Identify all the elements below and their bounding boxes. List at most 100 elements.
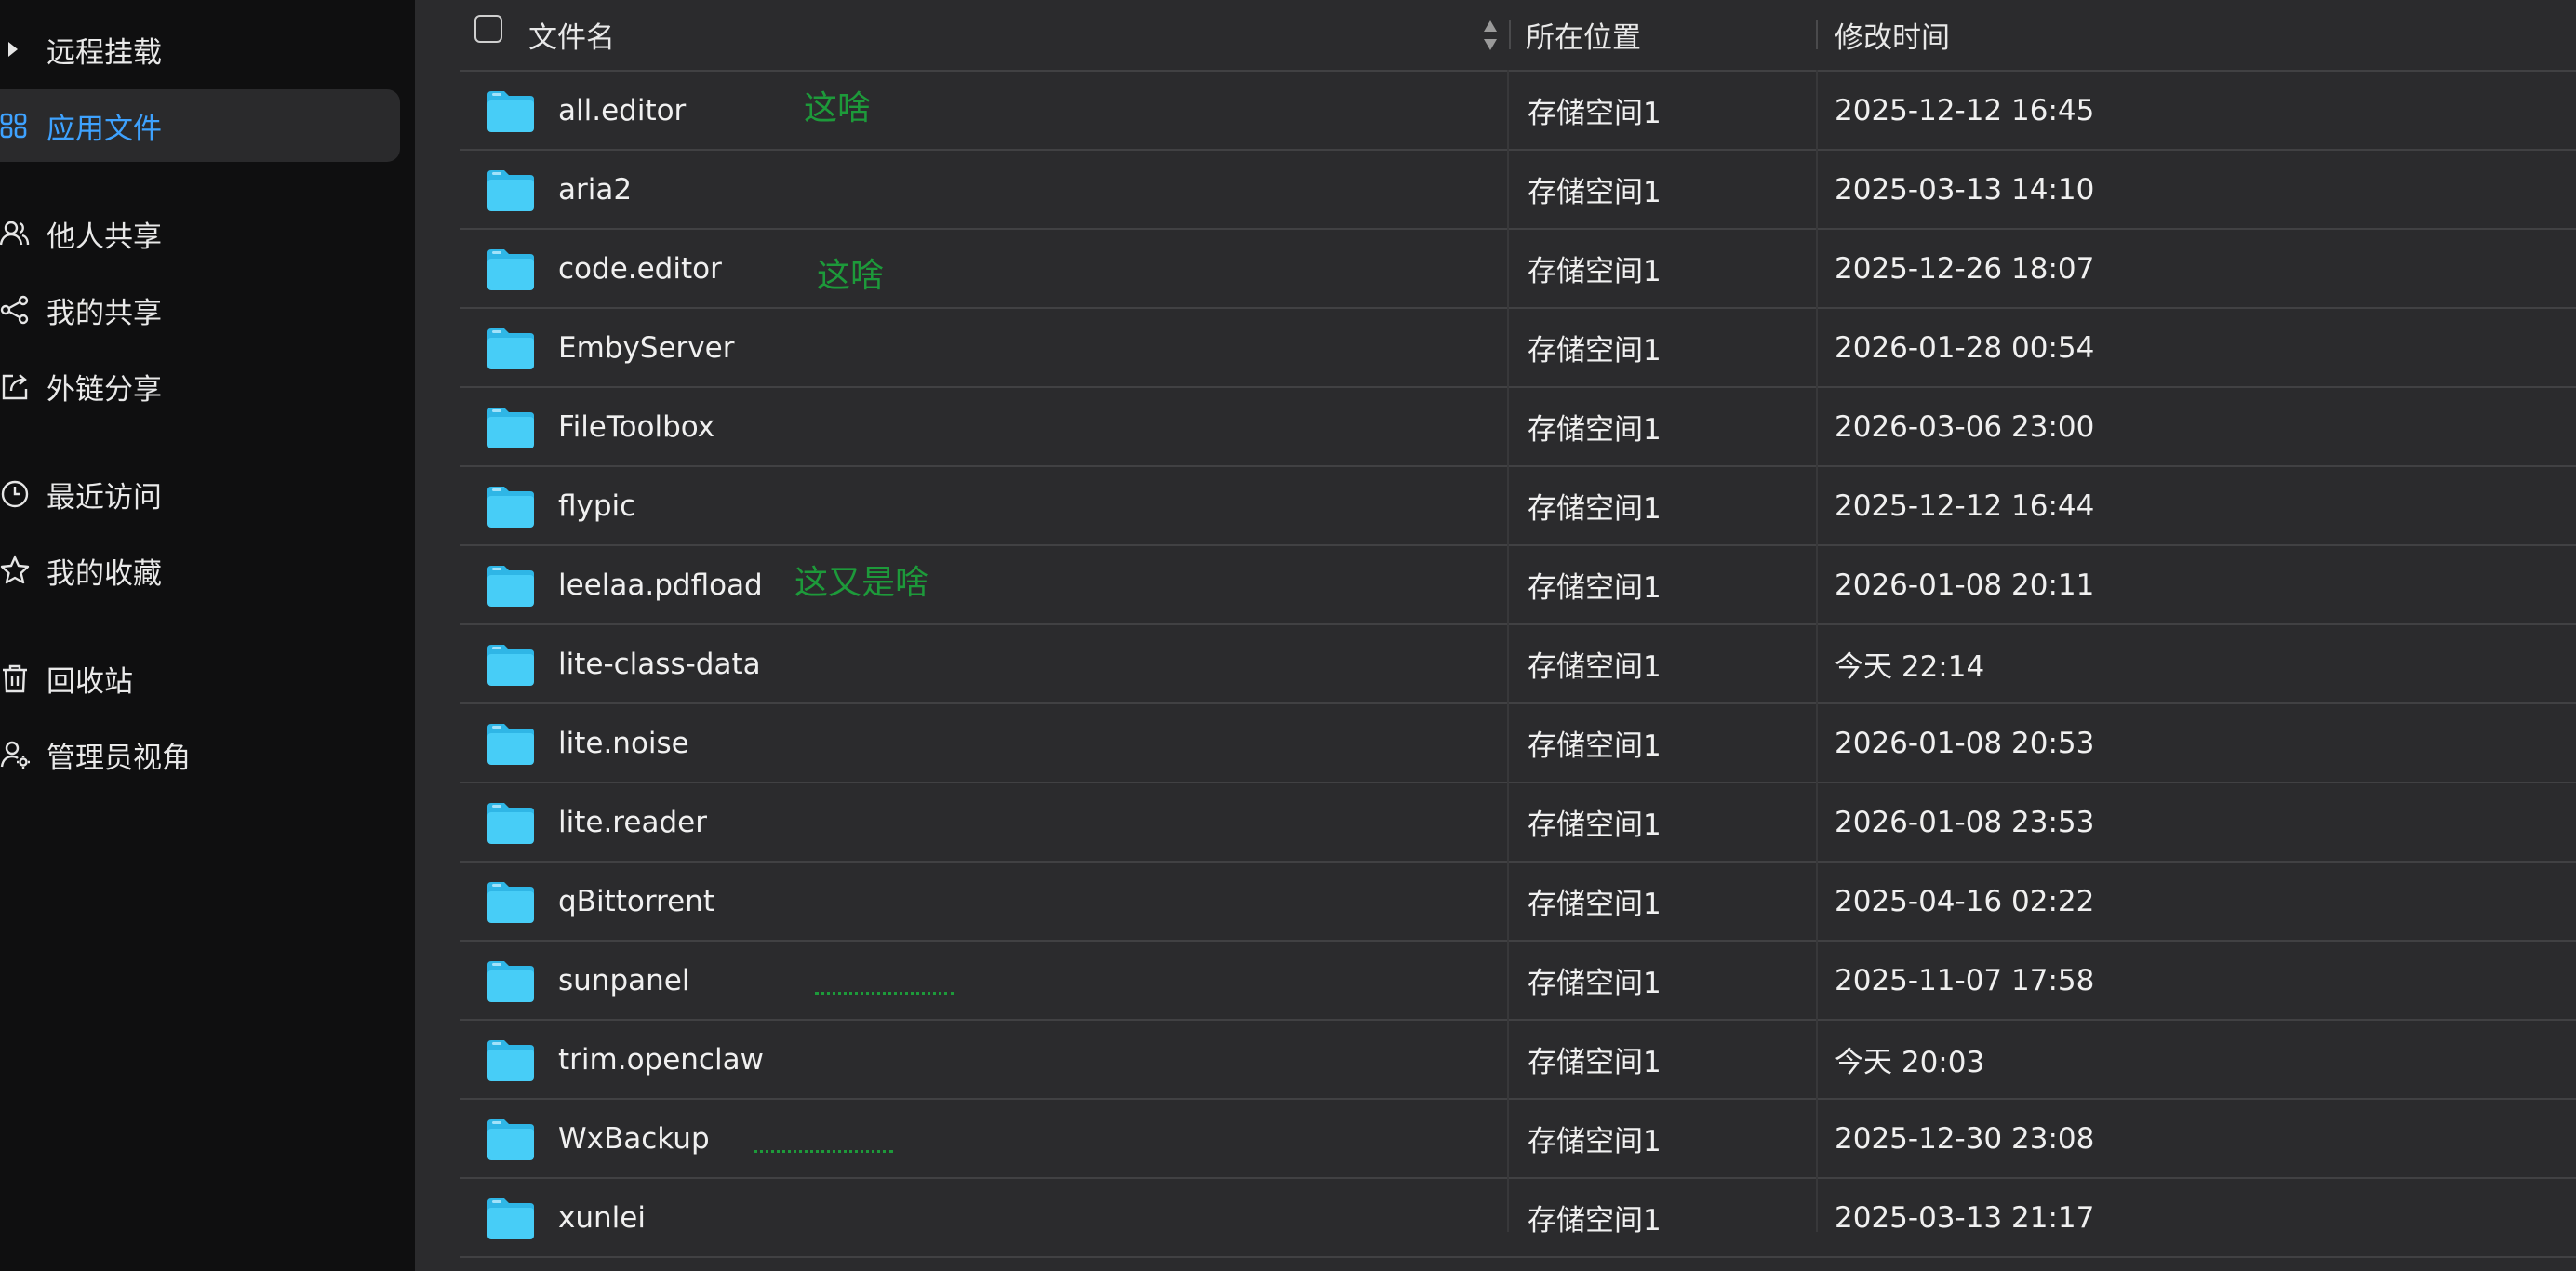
file-name[interactable]: FileToolbox [558, 388, 714, 465]
file-location: 存储空间1 [1528, 97, 1662, 130]
sidebar-item-label: 管理员视角 [47, 741, 191, 775]
column-divider-line [1507, 70, 1509, 1232]
table-row[interactable]: lite-class-data 存储空间1 今天 22:14 [460, 625, 2576, 704]
sidebar-item-my-shares[interactable]: 我的共享 [0, 274, 400, 346]
file-modified-time: 2026-03-06 23:00 [1835, 409, 2095, 444]
file-modified-time: 2026-01-08 20:11 [1835, 568, 2095, 602]
table-row[interactable]: sunpanel 存储空间1 2025-11-07 17:58 [460, 942, 2576, 1021]
table-row[interactable]: qBittorrent 存储空间1 2025-04-16 02:22 [460, 863, 2576, 942]
sidebar-item-label: 他人共享 [47, 220, 162, 254]
apps-grid-icon [0, 110, 47, 141]
file-modified-time: 2025-03-13 21:17 [1835, 1200, 2095, 1235]
sidebar-item-label: 外链分享 [47, 372, 162, 407]
sidebar-item-remote-mount[interactable]: 远程挂载 [0, 13, 400, 86]
table-row[interactable]: WxBackup 存储空间1 2025-12-30 23:08 [460, 1100, 2576, 1179]
file-modified-time: 2026-01-28 00:54 [1835, 330, 2095, 365]
column-header-modified[interactable]: 修改时间 [1835, 0, 1950, 70]
folder-icon [484, 388, 538, 465]
column-divider[interactable] [1509, 20, 1511, 49]
sidebar-item-others-shared[interactable]: 他人共享 [0, 197, 400, 270]
column-header-name[interactable]: 文件名 [528, 0, 615, 70]
folder-icon [484, 704, 538, 782]
file-name[interactable]: leelaa.pdfload [558, 546, 763, 623]
table-row[interactable]: leelaa.pdfload 存储空间1 2026-01-08 20:11 这又… [460, 546, 2576, 625]
file-name[interactable]: lite.reader [558, 783, 707, 861]
file-name[interactable]: lite.noise [558, 704, 689, 782]
column-divider[interactable] [1816, 20, 1818, 49]
users-icon [0, 218, 47, 249]
file-modified-time: 2025-12-30 23:08 [1835, 1121, 2095, 1156]
sidebar-item-recycle-bin[interactable]: 回收站 [0, 642, 400, 715]
file-location: 存储空间1 [1528, 492, 1662, 526]
file-name[interactable]: xunlei [558, 1179, 646, 1256]
folder-icon [484, 783, 538, 861]
select-all-checkbox[interactable] [474, 15, 502, 43]
sidebar-item-app-files[interactable]: 应用文件 [0, 89, 400, 162]
sidebar-item-admin-view[interactable]: 管理员视角 [0, 718, 400, 791]
folder-icon [484, 863, 538, 940]
table-row[interactable]: all.editor 存储空间1 2025-12-12 16:45 这啥 [460, 72, 2576, 151]
file-location: 存储空间1 [1528, 1204, 1662, 1238]
sidebar-item-label: 应用文件 [47, 112, 162, 146]
file-name[interactable]: lite-class-data [558, 625, 761, 702]
sidebar: 远程挂载 应用文件 他人共享 我的共享 外链分享 最近访问 我的收藏 回收站 管… [0, 0, 415, 1271]
column-divider-line [1816, 70, 1818, 1232]
table-row[interactable]: FileToolbox 存储空间1 2026-03-06 23:00 [460, 388, 2576, 467]
file-modified-time: 今天 22:14 [1835, 650, 1985, 684]
file-name[interactable]: all.editor [558, 72, 686, 149]
table-row[interactable]: code.editor 存储空间1 2025-12-26 18:07 这啥 [460, 230, 2576, 309]
file-table: 文件名 所在位置 修改时间 all.editor 存储空间1 2025-12-1… [460, 0, 2576, 1258]
sidebar-item-recent[interactable]: 最近访问 [0, 458, 400, 530]
file-modified-time: 2026-01-08 20:53 [1835, 726, 2095, 760]
file-name[interactable]: trim.openclaw [558, 1021, 764, 1098]
folder-icon [484, 230, 538, 307]
file-name[interactable]: EmbyServer [558, 309, 734, 386]
file-name[interactable]: code.editor [558, 230, 722, 307]
file-name[interactable]: WxBackup [558, 1100, 710, 1177]
file-modified-time: 今天 20:03 [1835, 1046, 1985, 1079]
file-name[interactable]: aria2 [558, 151, 632, 228]
file-name[interactable]: flypic [558, 467, 635, 544]
file-location: 存储空间1 [1528, 809, 1662, 842]
table-row[interactable]: lite.reader 存储空间1 2026-01-08 23:53 [460, 783, 2576, 863]
folder-icon [484, 942, 538, 1019]
file-modified-time: 2025-03-13 14:10 [1835, 172, 2095, 207]
sort-icon[interactable] [1481, 0, 1500, 70]
share-icon [0, 294, 47, 326]
sidebar-item-favorites[interactable]: 我的收藏 [0, 534, 400, 607]
table-row[interactable]: trim.openclaw 存储空间1 今天 20:03 [460, 1021, 2576, 1100]
sidebar-item-label: 最近访问 [47, 480, 162, 515]
file-location: 存储空间1 [1528, 1046, 1662, 1079]
file-modified-time: 2025-12-12 16:45 [1835, 93, 2095, 127]
folder-icon [484, 467, 538, 544]
file-location: 存储空间1 [1528, 650, 1662, 684]
table-row[interactable]: EmbyServer 存储空间1 2026-01-28 00:54 [460, 309, 2576, 388]
table-header: 文件名 所在位置 修改时间 [460, 0, 2576, 72]
external-link-icon [0, 370, 47, 402]
folder-icon [484, 1100, 538, 1177]
table-row[interactable]: aria2 存储空间1 2025-03-13 14:10 [460, 151, 2576, 230]
file-modified-time: 2025-12-12 16:44 [1835, 488, 2095, 523]
table-body: all.editor 存储空间1 2025-12-12 16:45 这啥 ari… [460, 72, 2576, 1258]
file-location: 存储空间1 [1528, 729, 1662, 763]
file-name[interactable]: qBittorrent [558, 863, 714, 940]
folder-icon [484, 625, 538, 702]
admin-user-icon [0, 739, 47, 770]
file-location: 存储空间1 [1528, 1125, 1662, 1158]
folder-icon [484, 1179, 538, 1256]
file-location: 存储空间1 [1528, 571, 1662, 605]
column-header-location[interactable]: 所在位置 [1526, 0, 1641, 70]
annotation-dots [815, 992, 954, 997]
sidebar-item-label: 回收站 [47, 664, 133, 699]
file-name[interactable]: sunpanel [558, 942, 689, 1019]
clock-icon [0, 478, 47, 510]
sidebar-item-external-links[interactable]: 外链分享 [0, 350, 400, 422]
sidebar-item-label: 我的共享 [47, 296, 162, 330]
file-location: 存储空间1 [1528, 255, 1662, 288]
table-row[interactable]: lite.noise 存储空间1 2026-01-08 20:53 [460, 704, 2576, 783]
caret-right-icon [0, 33, 47, 65]
file-location: 存储空间1 [1528, 967, 1662, 1000]
file-location: 存储空间1 [1528, 334, 1662, 368]
table-row[interactable]: xunlei 存储空间1 2025-03-13 21:17 [460, 1179, 2576, 1258]
table-row[interactable]: flypic 存储空间1 2025-12-12 16:44 [460, 467, 2576, 546]
